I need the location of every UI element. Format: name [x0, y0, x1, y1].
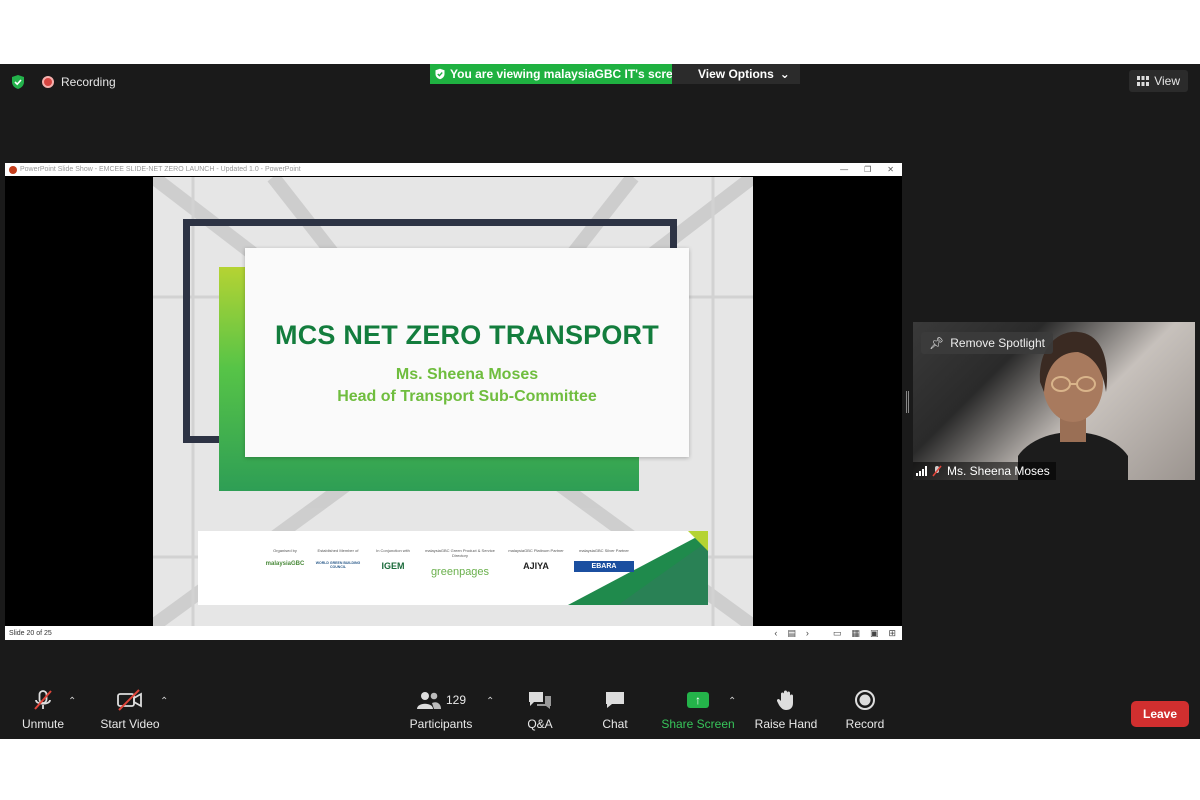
grid-view-icon	[1137, 76, 1150, 86]
participant-name-tag: Ms. Sheena Moses	[913, 462, 1056, 480]
slide-title: MCS NET ZERO TRANSPORT	[275, 320, 659, 350]
next-slide-icon: ›	[805, 628, 809, 638]
igem-logo: IGEM	[381, 561, 405, 571]
normal-view-icon: ▭	[832, 627, 842, 638]
powerpoint-window-title: PowerPoint Slide Show - EMCEE SLIDE-NET …	[20, 166, 301, 173]
record-icon	[855, 690, 875, 710]
restore-icon: ❐	[864, 165, 872, 174]
remove-spotlight-button[interactable]: 📌︎ Remove Spotlight	[921, 332, 1053, 354]
participant-video-tile[interactable]: 📌︎ Remove Spotlight Ms. Sheena Moses	[913, 322, 1195, 480]
remove-spotlight-label: Remove Spotlight	[950, 336, 1045, 350]
meeting-toolbar: Unmute ⌃ Start Video ⌃ 129 Participants …	[0, 686, 1200, 739]
slide-title-card: MCS NET ZERO TRANSPORT Ms. Sheena Moses …	[245, 248, 689, 457]
participants-icon	[416, 692, 441, 709]
chat-label: Chat	[602, 717, 628, 731]
worldgbc-logo: WORLD GREEN BUILDING COUNCIL	[315, 561, 361, 569]
start-video-label: Start Video	[100, 717, 160, 731]
sponsor-caption: malaysiaGBC Platinum Partner	[508, 548, 564, 553]
chevron-down-icon: ⌄	[779, 67, 790, 81]
qa-button[interactable]: Q&A	[520, 686, 560, 731]
record-label: Record	[845, 717, 885, 731]
unmute-label: Unmute	[21, 717, 65, 731]
sponsor-ajiya: malaysiaGBC Platinum Partner AJIYA	[506, 548, 566, 571]
recording-dot-icon	[42, 76, 54, 88]
reading-view-icon: ▣	[869, 627, 879, 638]
share-screen-label: Share Screen	[661, 717, 735, 731]
participants-count: 129	[445, 693, 467, 707]
unmute-button[interactable]: Unmute	[18, 686, 68, 731]
qa-label: Q&A	[527, 717, 553, 731]
sponsor-caption: Established Member of	[317, 548, 359, 553]
viewing-banner: You are viewing malaysiaGBC IT's screen	[430, 64, 695, 84]
qa-icon	[529, 692, 551, 709]
minimize-icon: —	[840, 165, 849, 174]
share-screen-arrow-icon: ↑	[687, 692, 709, 708]
powerpoint-icon	[9, 165, 17, 174]
close-icon: ✕	[887, 165, 894, 174]
audio-options-caret-icon[interactable]: ⌃	[68, 696, 76, 707]
muted-mic-icon	[932, 465, 942, 477]
greenpages-logo: greenpages	[430, 566, 490, 578]
resize-handle[interactable]	[906, 391, 909, 413]
start-video-button[interactable]: Start Video	[97, 686, 163, 731]
powerpoint-titlebar: PowerPoint Slide Show - EMCEE SLIDE-NET …	[5, 163, 902, 176]
sponsor-ebara: malaysiaGBC Silver Partner EBARA	[574, 548, 634, 572]
raise-hand-label: Raise Hand	[754, 717, 818, 731]
view-options-label: View Options	[698, 67, 774, 81]
participants-label: Participants	[409, 717, 473, 731]
participant-name: Ms. Sheena Moses	[947, 464, 1050, 478]
slide-menu-icon: ▤	[787, 627, 796, 638]
raise-hand-button[interactable]: Raise Hand	[755, 686, 817, 731]
sponsor-greenpages: malaysiaGBC Green Product & Service Dire…	[420, 548, 500, 578]
chat-button[interactable]: Chat	[597, 686, 633, 731]
view-button[interactable]: View	[1129, 70, 1188, 92]
shield-icon	[435, 68, 445, 80]
muted-microphone-icon	[34, 690, 52, 710]
presentation-slide: MCS NET ZERO TRANSPORT Ms. Sheena Moses …	[153, 177, 753, 626]
participants-button[interactable]: 129 Participants	[409, 686, 473, 731]
malaysiagbc-logo: malaysiaGBC	[265, 561, 305, 567]
video-off-icon	[117, 689, 142, 711]
leave-button[interactable]: Leave	[1131, 701, 1189, 727]
participants-caret-icon[interactable]: ⌃	[486, 696, 494, 707]
recording-label: Recording	[61, 75, 116, 89]
signal-strength-icon	[916, 466, 927, 476]
chat-icon	[606, 692, 624, 708]
pin-icon: 📌︎	[929, 336, 945, 350]
slide-counter: Slide 20 of 25	[9, 629, 52, 637]
sponsor-caption: In Conjunction with	[376, 548, 410, 553]
ebara-logo: EBARA	[574, 561, 634, 572]
share-options-caret-icon[interactable]: ⌃	[728, 696, 736, 707]
slideshow-controls: ‹ ▤ › ▭ ▦ ▣ ⊞	[774, 626, 896, 640]
view-label: View	[1154, 74, 1180, 88]
viewing-banner-text: You are viewing malaysiaGBC IT's screen	[450, 67, 687, 81]
record-button[interactable]: Record	[843, 686, 887, 731]
slideshow-view-icon: ⊞	[888, 627, 896, 638]
view-options-button[interactable]: View Options ⌄	[672, 64, 800, 84]
slide-sorter-icon: ▦	[851, 627, 860, 638]
slide-speaker-role: Head of Transport Sub-Committee	[337, 388, 597, 405]
ajiya-logo: AJIYA	[523, 561, 549, 571]
zoom-meeting-window: Recording You are viewing malaysiaGBC IT…	[0, 64, 1200, 739]
share-screen-button[interactable]: ↑ Share Screen	[661, 686, 735, 731]
recording-indicator[interactable]: Recording	[42, 75, 116, 89]
sponsor-caption: Organised by	[273, 548, 297, 553]
sponsor-caption: malaysiaGBC Green Product & Service Dire…	[425, 548, 495, 558]
sponsor-malaysiagbc: Organised by malaysiaGBC	[260, 548, 310, 567]
previous-slide-icon: ‹	[774, 628, 778, 638]
sponsor-igem: In Conjunction with IGEM	[368, 548, 418, 571]
video-options-caret-icon[interactable]: ⌃	[160, 696, 168, 707]
sponsor-logos-bar: Organised by malaysiaGBC Established Mem…	[198, 531, 708, 605]
raise-hand-icon	[776, 690, 793, 710]
shared-screen[interactable]: PowerPoint Slide Show - EMCEE SLIDE-NET …	[5, 163, 902, 640]
sponsor-caption: malaysiaGBC Silver Partner	[579, 548, 629, 553]
slide-speaker-name: Ms. Sheena Moses	[395, 366, 539, 383]
window-controls: — ❐ ✕	[840, 163, 894, 176]
sponsor-worldgbc: Established Member of WORLD GREEN BUILDI…	[314, 548, 362, 569]
security-shield-icon[interactable]	[10, 74, 26, 90]
powerpoint-status-bar: Slide 20 of 25 ‹ ▤ › ▭ ▦ ▣ ⊞	[5, 626, 902, 640]
